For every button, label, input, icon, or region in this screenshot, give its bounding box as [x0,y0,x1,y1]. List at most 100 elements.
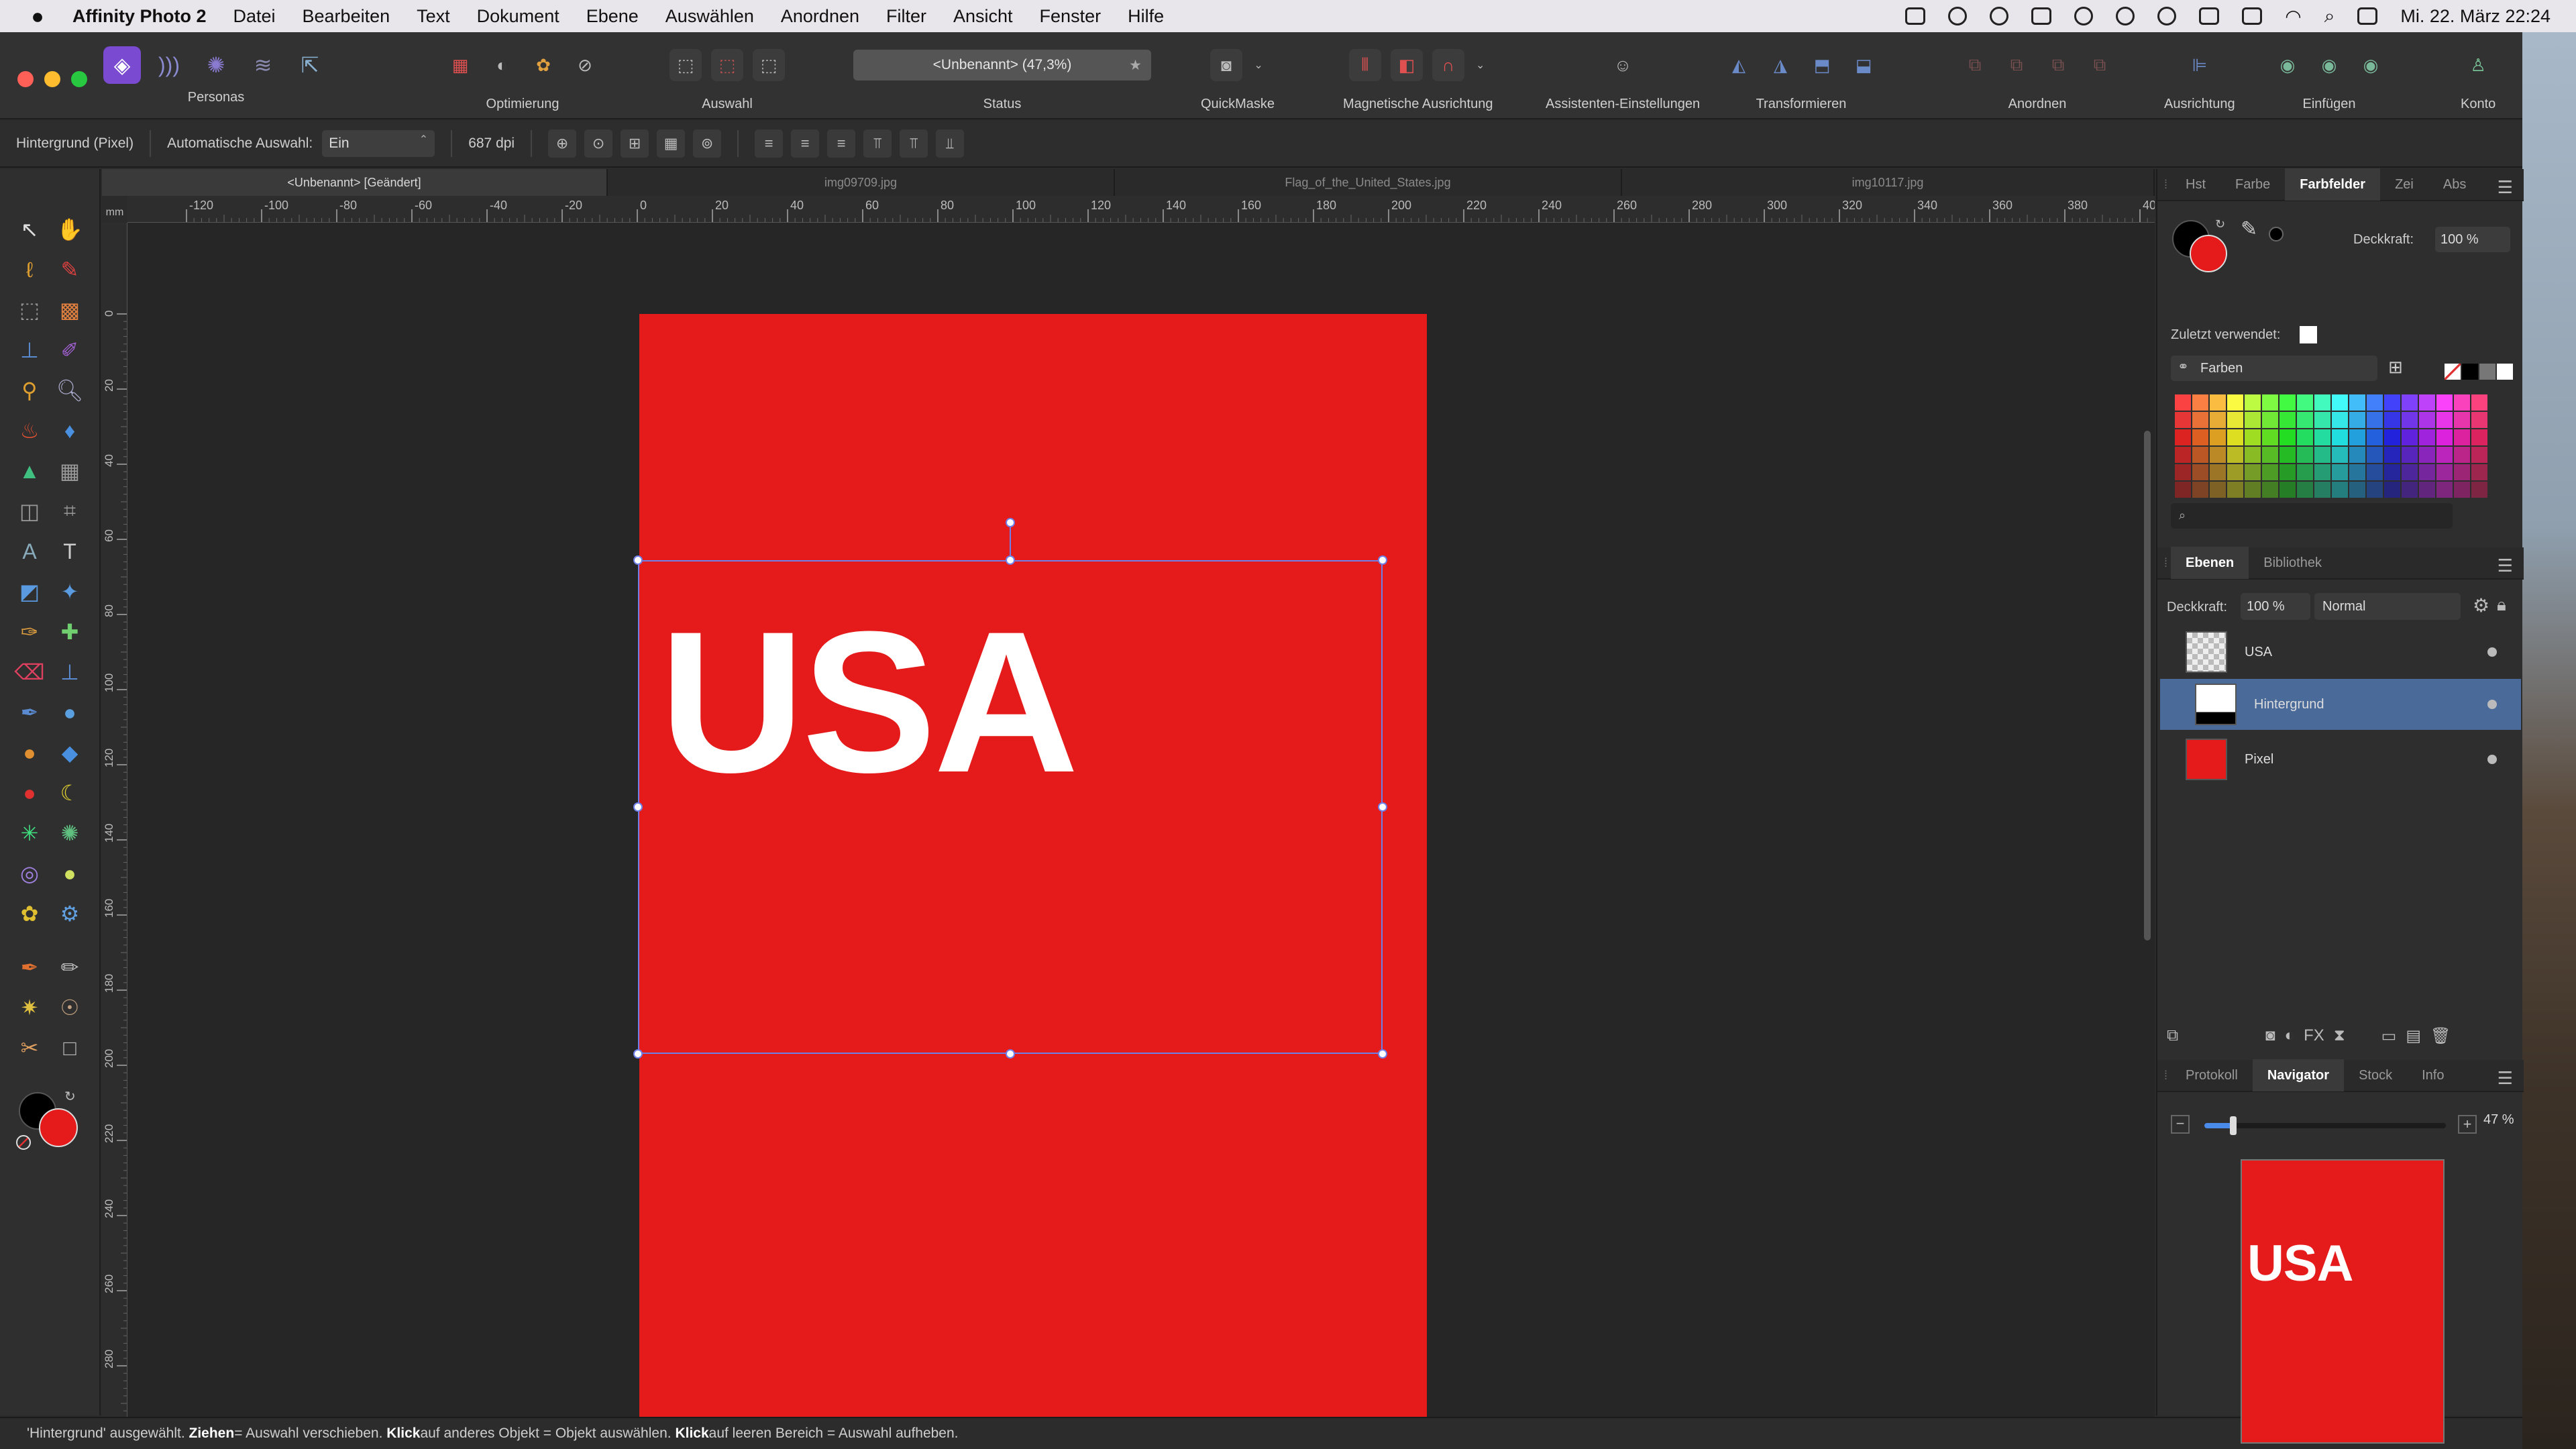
move-tool-icon[interactable]: ↖ [13,213,46,246]
color-swatch[interactable] [2245,482,2261,498]
palette-dropdown[interactable]: Farben [2171,356,2377,381]
magnet-icon[interactable]: ∩ [1432,49,1464,81]
color-swatch[interactable] [2262,482,2278,498]
color-swatch[interactable] [2210,464,2226,480]
align-bottom-icon[interactable]: ⫫ [936,129,965,158]
swatch-swap-icon[interactable]: ↻ [2215,217,2225,231]
menu-auswaehlen[interactable]: Auswählen [665,6,754,27]
flower-tool-icon[interactable]: ✿ [13,898,46,930]
keyboard-status-icon[interactable] [1905,7,1926,25]
quick-mask-icon[interactable]: ◙ [1210,49,1243,81]
color-swatch[interactable] [2349,464,2365,480]
menu-anordnen[interactable]: Anordnen [781,6,859,27]
color-swatch[interactable] [2402,429,2418,445]
zoom-out-button[interactable]: − [2171,1115,2190,1134]
favorite-star-icon[interactable]: ★ [1129,57,1142,74]
rectangle-tool-icon[interactable]: □ [54,1032,86,1064]
color-swatch[interactable] [2367,412,2383,428]
color-swatch[interactable] [2314,412,2330,428]
snapping-candidates-icon[interactable]: ◧ [1390,49,1423,81]
color-swatch[interactable] [2192,464,2208,480]
color-swatch[interactable] [2332,447,2348,463]
selection-bounding-box[interactable] [638,560,1383,1054]
color-swatch[interactable] [2262,447,2278,463]
select-all-icon[interactable]: ⬚ [669,49,702,81]
menu-hilfe[interactable]: Hilfe [1128,6,1164,27]
control-center-icon[interactable] [2357,7,2378,25]
color-swatch[interactable] [2367,464,2383,480]
color-swatch[interactable] [2175,394,2191,411]
color-swatch[interactable] [2332,394,2348,411]
healing-brush-icon[interactable]: ✚ [54,616,86,648]
sponge-tool-icon[interactable]: ✺ [54,817,86,849]
color-swatch[interactable] [2227,464,2243,480]
panel-menu-icon[interactable]: ☰ [2498,1068,2513,1089]
color-swatch[interactable] [2175,412,2191,428]
new-group-icon[interactable]: ▭ [2381,1026,2397,1046]
patch-tool-icon[interactable]: ✂ [13,1032,46,1064]
zoom-value-field[interactable]: 47 % [2483,1112,2514,1128]
layer-row-hintergrund[interactable]: Hintergrund [2160,679,2521,730]
color-swatch[interactable] [2262,429,2278,445]
resize-handle-bottom-left[interactable] [633,1049,643,1059]
color-swatch[interactable] [2384,412,2400,428]
tab-bibliothek[interactable]: Bibliothek [2249,547,2337,579]
color-swatch[interactable] [2297,464,2313,480]
account-icon[interactable]: ♙ [2462,49,2494,81]
insert-top-icon[interactable]: ◉ [2313,49,2345,81]
adjustment-layer-icon[interactable]: ◐ [2285,1026,2295,1045]
3d-tool-icon[interactable]: ◆ [54,737,86,769]
rotate-right-icon[interactable]: ⬓ [1847,49,1880,81]
menu-datei[interactable]: Datei [233,6,275,27]
eraser-tool-icon[interactable]: ⌫ [13,656,46,688]
gear-tool-icon[interactable]: ⚙ [54,898,86,930]
color-swatch[interactable] [2402,412,2418,428]
color-swatch[interactable] [2419,464,2435,480]
liquify-persona-icon[interactable]: ))) [150,46,188,84]
auto-contrast-icon[interactable]: ◐ [486,49,518,81]
marquee-tool-icon[interactable]: ⬚ [13,294,46,326]
color-swatch[interactable] [2192,394,2208,411]
move-forward-one-icon[interactable]: ⧉ [2042,49,2074,81]
vertical-ruler[interactable]: 0204060801001201401601802002202402602803… [102,223,127,1449]
panel-menu-icon[interactable]: ☰ [2498,555,2513,576]
tab-hst[interactable]: Hst [2171,168,2220,201]
brush-tool-icon[interactable]: ✎ [54,254,86,286]
resize-handle-top-right[interactable] [1378,555,1387,565]
color-swatch[interactable] [2332,482,2348,498]
insert-behind-icon[interactable]: ◉ [2271,49,2304,81]
auto-colors-icon[interactable]: ✿ [527,49,559,81]
color-swatch[interactable] [2454,429,2470,445]
assistant-icon[interactable]: ☺ [1607,49,1639,81]
paint-mixer-icon[interactable]: ◩ [13,576,46,608]
lasso-tool-icon[interactable]: ℓ [13,254,46,286]
canvas-area[interactable]: USA [127,223,2155,1441]
red-eye-tool-icon[interactable]: ✒ [13,696,46,729]
color-swatch[interactable] [2419,482,2435,498]
color-swatch[interactable] [2314,482,2330,498]
tab-farbfelder[interactable]: Farbfelder [2285,168,2381,201]
color-swatch[interactable] [2349,447,2365,463]
resize-handle-bottom-right[interactable] [1378,1049,1387,1059]
menu-bearbeiten[interactable]: Bearbeiten [303,6,390,27]
vertical-scrollbar[interactable] [2144,431,2151,941]
color-swatch[interactable] [2175,447,2191,463]
resize-handle-right[interactable] [1378,802,1387,812]
clone-tool-icon[interactable]: ⊥ [13,334,46,366]
live-filter-icon[interactable]: FX [2304,1026,2324,1045]
color-swatch[interactable] [2454,447,2470,463]
color-swatch[interactable] [2175,482,2191,498]
color-swatch[interactable] [2384,482,2400,498]
menu-ebene[interactable]: Ebene [586,6,639,27]
document-status-field[interactable]: <Unbenannt> (47,3%) ★ [853,50,1151,80]
align-top-icon[interactable]: ⫪ [863,129,892,158]
doc-tab-unbenannt[interactable]: <Unbenannt> [Geändert] [102,169,608,196]
smudge-tool-icon[interactable]: ● [54,696,86,729]
color-swatch[interactable] [2419,394,2435,411]
doc-tab-img10117[interactable]: img10117.jpg [1622,169,2155,196]
swatch-secondary-color[interactable] [2190,235,2227,272]
color-swatch[interactable] [2419,412,2435,428]
swatch-white-chip[interactable] [2497,364,2513,380]
menu-fenster[interactable]: Fenster [1040,6,1102,27]
snapping-dropdown-icon[interactable]: ⌄ [1474,49,1487,81]
